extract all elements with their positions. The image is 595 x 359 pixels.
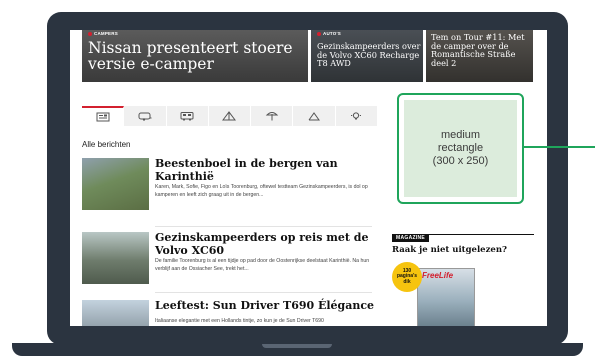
magazine-tag: MAGAZINE [392,234,430,242]
section-heading: Alle berichten [82,140,131,149]
article-title[interactable]: Beestenboel in de bergen van Karinthië [155,157,375,183]
hero-tag-label: AUTO'S [323,31,341,36]
page-count-badge: 130 pagina's dik [392,262,422,292]
hero-tag: CAMPERS [88,31,118,36]
category-tabs [82,106,378,126]
website-screen: CAMPERS Nissan presenteert stoere versie… [70,30,547,326]
hero-title: Gezinskampeerders over de Volvo XC60 Rec… [317,41,421,69]
tab-campers[interactable] [167,106,209,126]
caravan-icon [138,112,152,121]
laptop-notch [262,344,332,348]
camper-icon [180,112,194,121]
badge-suffix: dik [403,278,411,285]
hero-article-2[interactable]: AUTO'S Gezinskampeerders over de Volvo X… [311,30,423,82]
article-thumbnail[interactable] [82,158,149,210]
magazine-title[interactable]: Raak je niet uitgelezen? [392,245,507,255]
idea-icon [351,112,362,120]
tab-news[interactable] [82,106,125,126]
hero-tag-label: CAMPERS [94,31,118,36]
ad-placeholder: medium rectangle (300 x 250) [397,93,524,204]
magazine-cover[interactable]: FreeLife [417,268,475,326]
article-excerpt: De familie Toorenburg is al een tijdje o… [155,258,370,272]
hero-title: Tem on Tour #11: Met de camper over de R… [431,32,525,68]
map-icon [308,112,321,121]
article-excerpt: Italiaanse elegantie met een Hollands ti… [155,318,324,324]
hero-article-3[interactable]: Tem on Tour #11: Met de camper over de R… [426,30,533,82]
tent-icon [222,111,237,121]
tag-dot-icon [88,31,92,36]
magazine-header: MAGAZINE [392,226,534,242]
article-thumbnail[interactable] [82,232,149,284]
article-title[interactable]: Leeftest: Sun Driver T690 Élégance [155,299,375,313]
tab-beach[interactable] [251,106,294,126]
tab-tips[interactable] [336,106,378,126]
hero-tag: AUTO'S [317,31,341,36]
tag-dot-icon [317,31,321,36]
tab-caravans[interactable] [124,106,167,126]
newspaper-icon [96,112,110,122]
ad-line-2: rectangle [437,141,484,154]
divider [155,292,372,293]
tab-tents[interactable] [209,106,252,126]
ad-line-3: (300 x 250) [432,155,489,168]
umbrella-icon [265,112,278,121]
hero-article-1[interactable]: CAMPERS Nissan presenteert stoere versie… [82,30,308,82]
tab-routes[interactable] [293,106,336,126]
ad-label: medium rectangle (300 x 250) [404,100,517,197]
ad-callout-line [522,146,595,148]
magazine-logo: FreeLife [422,271,454,280]
ad-line-1: medium [440,128,481,141]
article-thumbnail[interactable] [82,300,149,326]
hero-title: Nissan presenteert stoere versie e-campe… [88,39,293,74]
article-title[interactable]: Gezinskampeerders op reis met de Volvo X… [155,231,375,257]
article-excerpt: Karen, Mark, Sofie, Figo en Loïs Toorenb… [155,184,368,198]
divider [155,226,372,227]
